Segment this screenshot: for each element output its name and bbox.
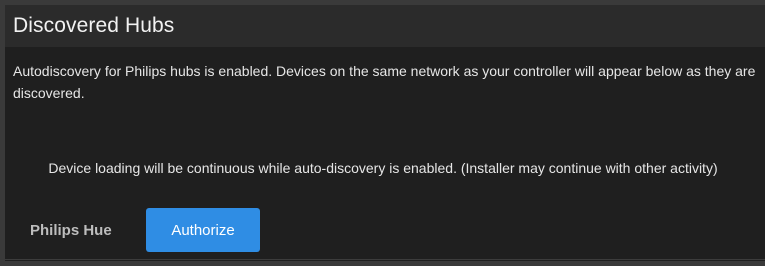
hub-row: Philips Hue Authorize <box>5 207 765 253</box>
discovered-hubs-panel: Discovered Hubs Autodiscovery for Philip… <box>5 5 765 261</box>
panel-header: Discovered Hubs <box>5 5 765 47</box>
authorize-button[interactable]: Authorize <box>146 208 260 252</box>
window-frame: Discovered Hubs Autodiscovery for Philip… <box>0 0 765 266</box>
autodiscovery-info-text: Autodiscovery for Philips hubs is enable… <box>13 63 756 101</box>
hub-name: Philips Hue <box>30 221 112 239</box>
divider <box>5 259 765 260</box>
device-loading-note: Device loading will be continuous while … <box>48 160 718 176</box>
panel-title: Discovered Hubs <box>13 14 175 37</box>
